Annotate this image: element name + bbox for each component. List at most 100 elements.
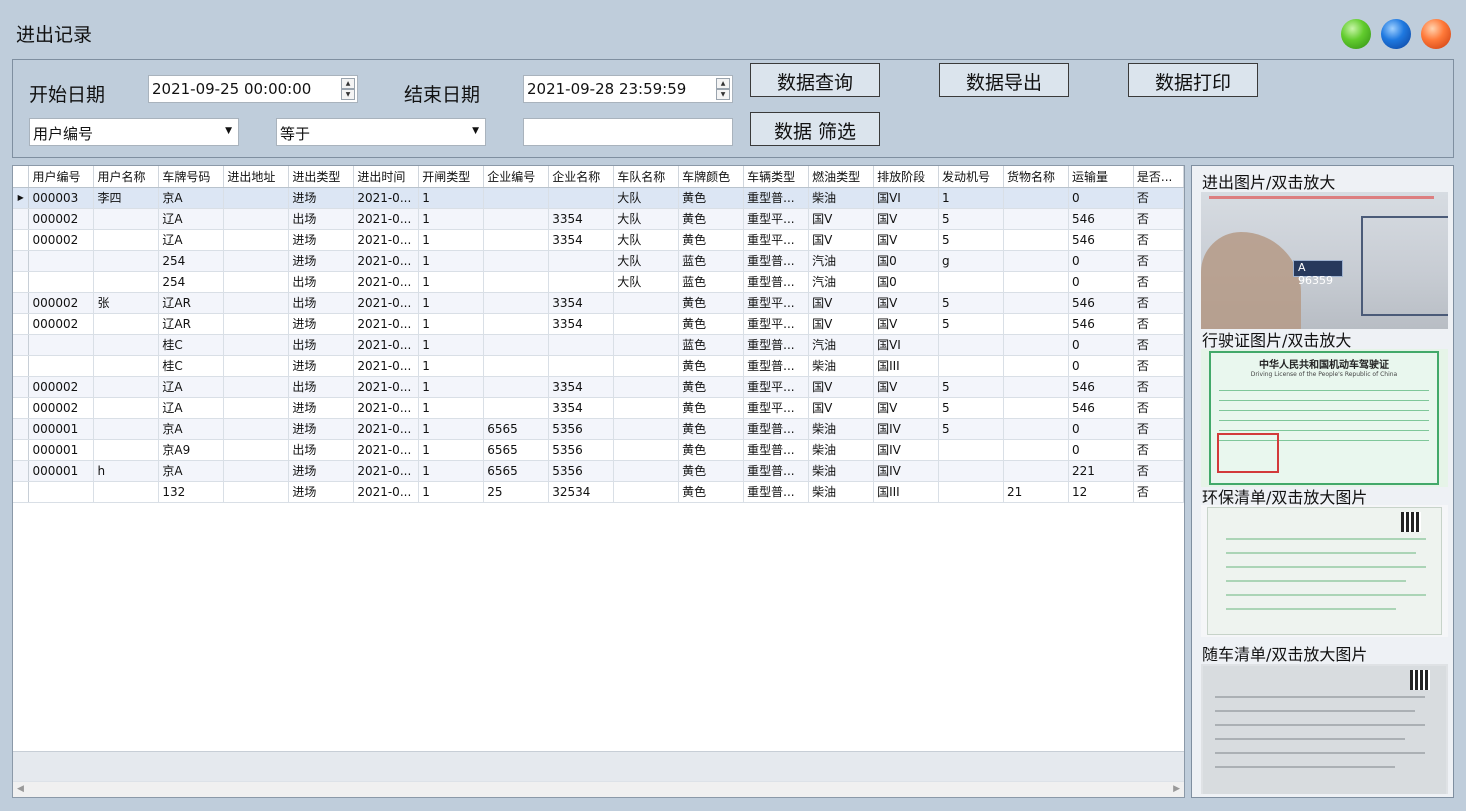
table-cell[interactable]: 柴油 xyxy=(808,418,875,440)
column-header[interactable]: 进出类型 xyxy=(288,166,355,188)
table-cell[interactable]: 大队 xyxy=(613,208,680,230)
table-cell[interactable]: 2021-0... xyxy=(353,418,420,440)
table-row[interactable]: 000001 京A9 出场 2021-0... 1 6565 5356 黄色 重型普... 柴油国… xyxy=(13,439,1184,461)
table-cell[interactable]: 进场 xyxy=(288,229,355,251)
table-cell[interactable]: 国III xyxy=(873,355,940,377)
table-cell[interactable]: 25 xyxy=(483,481,550,503)
table-cell[interactable]: 2021-0... xyxy=(353,355,420,377)
table-cell[interactable]: 1 xyxy=(418,250,485,272)
table-cell[interactable]: 重型普... xyxy=(743,187,810,209)
table-cell[interactable]: 5356 xyxy=(548,439,615,461)
table-cell[interactable]: 进场 xyxy=(288,418,355,440)
table-cell[interactable]: 京A xyxy=(158,460,225,482)
table-cell[interactable]: 张 xyxy=(93,292,160,314)
table-cell[interactable] xyxy=(28,250,95,272)
table-cell[interactable]: 000002 xyxy=(28,292,95,314)
table-cell[interactable] xyxy=(548,355,615,377)
table-cell[interactable] xyxy=(93,481,160,503)
table-cell[interactable]: 0 xyxy=(1068,271,1134,293)
env-list-thumbnail[interactable] xyxy=(1201,505,1448,637)
start-date-picker[interactable]: 2021-09-25 00:00:00 ▲ ▼ xyxy=(148,75,358,103)
table-cell[interactable] xyxy=(93,334,160,356)
table-cell[interactable]: 21 xyxy=(1003,481,1069,503)
table-cell[interactable] xyxy=(223,229,290,251)
table-cell[interactable] xyxy=(483,334,550,356)
table-cell[interactable]: 000001 xyxy=(28,439,95,461)
table-cell[interactable] xyxy=(93,229,160,251)
query-button[interactable]: 数据查询 xyxy=(750,63,880,97)
table-row[interactable]: 254 出场 2021-0... 1 大队 蓝色 重型普... 汽油 国0 0 否 xyxy=(13,271,1184,293)
table-cell[interactable]: 国V xyxy=(808,397,875,419)
table-cell[interactable] xyxy=(223,271,290,293)
table-cell[interactable]: 1 xyxy=(418,460,485,482)
table-cell[interactable]: 京A9 xyxy=(158,439,225,461)
table-cell[interactable]: 辽AR xyxy=(158,313,225,335)
start-date-spinner[interactable]: ▲ ▼ xyxy=(341,78,355,100)
column-header[interactable]: 排放阶段 xyxy=(873,166,940,188)
table-cell[interactable]: 重型普... xyxy=(743,250,810,272)
table-cell[interactable] xyxy=(938,271,1005,293)
table-cell[interactable] xyxy=(483,229,550,251)
table-cell[interactable] xyxy=(613,418,680,440)
table-cell[interactable] xyxy=(1003,439,1069,461)
column-header[interactable]: 企业编号 xyxy=(483,166,550,188)
table-cell[interactable]: 2021-0... xyxy=(353,334,420,356)
table-cell[interactable] xyxy=(93,313,160,335)
table-cell[interactable] xyxy=(548,334,615,356)
table-cell[interactable] xyxy=(613,334,680,356)
table-cell[interactable]: 1 xyxy=(418,334,485,356)
table-cell[interactable]: 221 xyxy=(1068,460,1134,482)
table-cell[interactable]: 进场 xyxy=(288,313,355,335)
row-header[interactable] xyxy=(13,208,30,230)
table-cell[interactable]: 000002 xyxy=(28,208,95,230)
table-cell[interactable]: 2021-0... xyxy=(353,376,420,398)
row-header[interactable] xyxy=(13,397,30,419)
table-cell[interactable] xyxy=(1003,250,1069,272)
table-cell[interactable] xyxy=(938,460,1005,482)
table-cell[interactable]: 黄色 xyxy=(678,481,745,503)
table-cell[interactable]: 辽A xyxy=(158,397,225,419)
table-cell[interactable]: 3354 xyxy=(548,292,615,314)
table-cell[interactable] xyxy=(483,187,550,209)
row-header[interactable] xyxy=(13,250,30,272)
table-cell[interactable]: 国V xyxy=(808,313,875,335)
column-header[interactable]: 进出时间 xyxy=(353,166,420,188)
table-cell[interactable]: 国V xyxy=(873,397,940,419)
column-header[interactable]: 车辆类型 xyxy=(743,166,810,188)
table-cell[interactable]: 0 xyxy=(1068,334,1134,356)
scroll-left-icon[interactable]: ◀ xyxy=(17,784,24,794)
row-header[interactable] xyxy=(13,292,30,314)
table-cell[interactable]: 辽A xyxy=(158,376,225,398)
table-cell[interactable]: 黄色 xyxy=(678,355,745,377)
table-cell[interactable] xyxy=(613,460,680,482)
table-cell[interactable] xyxy=(223,460,290,482)
table-row[interactable]: 132 进场 2021-0... 1 25 32534 黄色 重型普... 柴油 国III 21 12… xyxy=(13,481,1184,503)
cargo-list-thumbnail[interactable] xyxy=(1201,664,1448,794)
filter-button[interactable]: 数据 筛选 xyxy=(750,112,880,146)
table-cell[interactable]: 汽油 xyxy=(808,271,875,293)
column-header[interactable]: 用户编号 xyxy=(28,166,95,188)
table-cell[interactable] xyxy=(223,418,290,440)
table-cell[interactable]: 000003 xyxy=(28,187,95,209)
table-row[interactable]: 000002 辽A 进场 2021-0... 1 3354 黄色 重型平... 国V 国V 5 546… xyxy=(13,397,1184,419)
table-cell[interactable]: 重型平... xyxy=(743,229,810,251)
table-cell[interactable]: 国V xyxy=(873,313,940,335)
table-cell[interactable]: 否 xyxy=(1133,397,1184,419)
table-cell[interactable] xyxy=(483,271,550,293)
table-row[interactable]: 桂C 进场 2021-0... 1 黄色 重型普... 柴油 国III 0 否 xyxy=(13,355,1184,377)
table-cell[interactable]: 0 xyxy=(1068,355,1134,377)
end-date-spinner[interactable]: ▲ ▼ xyxy=(716,78,730,100)
table-cell[interactable]: 1 xyxy=(418,229,485,251)
table-cell[interactable]: 柴油 xyxy=(808,439,875,461)
export-button[interactable]: 数据导出 xyxy=(939,63,1069,97)
table-cell[interactable]: 否 xyxy=(1133,313,1184,335)
table-cell[interactable]: 国V xyxy=(808,229,875,251)
end-date-picker[interactable]: 2021-09-28 23:59:59 ▲ ▼ xyxy=(523,75,733,103)
table-cell[interactable]: 国V xyxy=(873,229,940,251)
table-cell[interactable]: 出场 xyxy=(288,271,355,293)
table-row[interactable]: 000002 辽A 出场 2021-0... 1 3354 黄色 重型平... 国V 国V 5 546… xyxy=(13,376,1184,398)
table-cell[interactable]: 1 xyxy=(938,187,1005,209)
table-cell[interactable]: 国V xyxy=(873,208,940,230)
records-grid[interactable]: 用户编号 用户名称 车牌号码 进出地址 进出类型 进出时间 开闸类型 企业编号 企业名称 车队名称… xyxy=(12,165,1185,798)
table-cell[interactable] xyxy=(223,334,290,356)
